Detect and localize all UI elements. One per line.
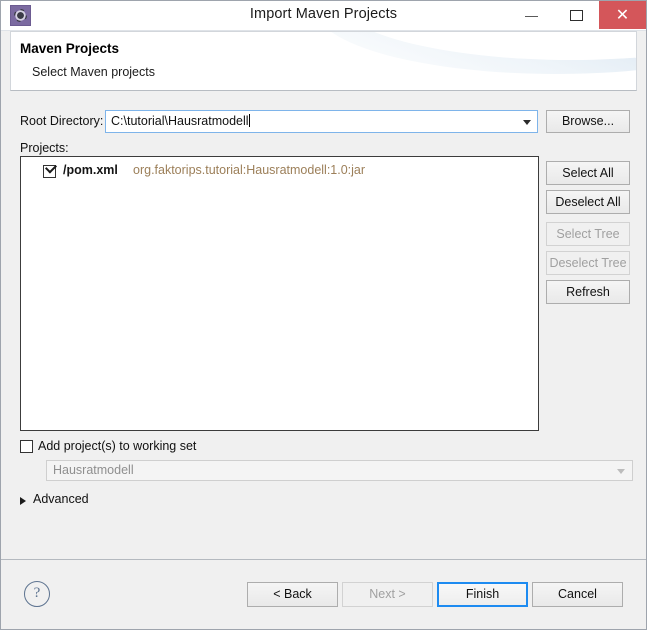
add-to-working-set-checkbox[interactable] bbox=[20, 440, 33, 453]
working-set-value: Hausratmodell bbox=[53, 463, 134, 477]
project-coordinates: org.faktorips.tutorial:Hausratmodell:1.0… bbox=[133, 163, 365, 177]
back-button[interactable]: < Back bbox=[247, 582, 338, 607]
root-directory-value: C:\tutorial\Hausratmodell bbox=[111, 114, 249, 128]
deselect-all-button[interactable]: Deselect All bbox=[546, 190, 630, 214]
root-directory-label: Root Directory: bbox=[20, 114, 103, 128]
select-tree-button: Select Tree bbox=[546, 222, 630, 246]
select-all-button[interactable]: Select All bbox=[546, 161, 630, 185]
chevron-right-icon bbox=[20, 497, 26, 505]
working-set-combo: Hausratmodell bbox=[46, 460, 633, 481]
add-to-working-set-label: Add project(s) to working set bbox=[38, 439, 196, 453]
page-subtitle: Select Maven projects bbox=[32, 65, 155, 79]
projects-list[interactable]: /pom.xml org.faktorips.tutorial:Hausratm… bbox=[20, 156, 539, 431]
root-directory-combo[interactable]: C:\tutorial\Hausratmodell bbox=[105, 110, 538, 133]
help-icon[interactable]: ? bbox=[24, 581, 50, 607]
finish-button[interactable]: Finish bbox=[437, 582, 528, 607]
cancel-button[interactable]: Cancel bbox=[532, 582, 623, 607]
list-item[interactable]: /pom.xml org.faktorips.tutorial:Hausratm… bbox=[21, 163, 538, 181]
minimize-icon bbox=[525, 16, 538, 17]
title-bar: Import Maven Projects ✕ bbox=[1, 1, 646, 31]
deselect-tree-button: Deselect Tree bbox=[546, 251, 630, 275]
page-title: Maven Projects bbox=[20, 41, 119, 56]
project-pom-name: /pom.xml bbox=[63, 163, 118, 177]
text-caret bbox=[249, 114, 250, 127]
close-button[interactable]: ✕ bbox=[599, 1, 646, 29]
root-directory-input[interactable]: C:\tutorial\Hausratmodell bbox=[111, 114, 250, 128]
refresh-button[interactable]: Refresh bbox=[546, 280, 630, 304]
maximize-button[interactable] bbox=[554, 1, 599, 29]
advanced-label: Advanced bbox=[33, 492, 89, 506]
minimize-button[interactable] bbox=[509, 1, 554, 29]
next-button: Next > bbox=[342, 582, 433, 607]
project-checkbox[interactable] bbox=[43, 165, 56, 178]
browse-button[interactable]: Browse... bbox=[546, 110, 630, 133]
chevron-down-icon bbox=[617, 469, 625, 474]
close-icon: ✕ bbox=[599, 7, 646, 23]
checkmark-icon bbox=[45, 161, 57, 173]
wizard-banner: Maven Projects Select Maven projects bbox=[10, 31, 637, 91]
chevron-down-icon[interactable] bbox=[523, 120, 531, 125]
maximize-icon bbox=[570, 10, 583, 21]
projects-label: Projects: bbox=[20, 141, 69, 155]
import-maven-projects-dialog: Import Maven Projects ✕ Maven Projects S… bbox=[0, 0, 647, 630]
